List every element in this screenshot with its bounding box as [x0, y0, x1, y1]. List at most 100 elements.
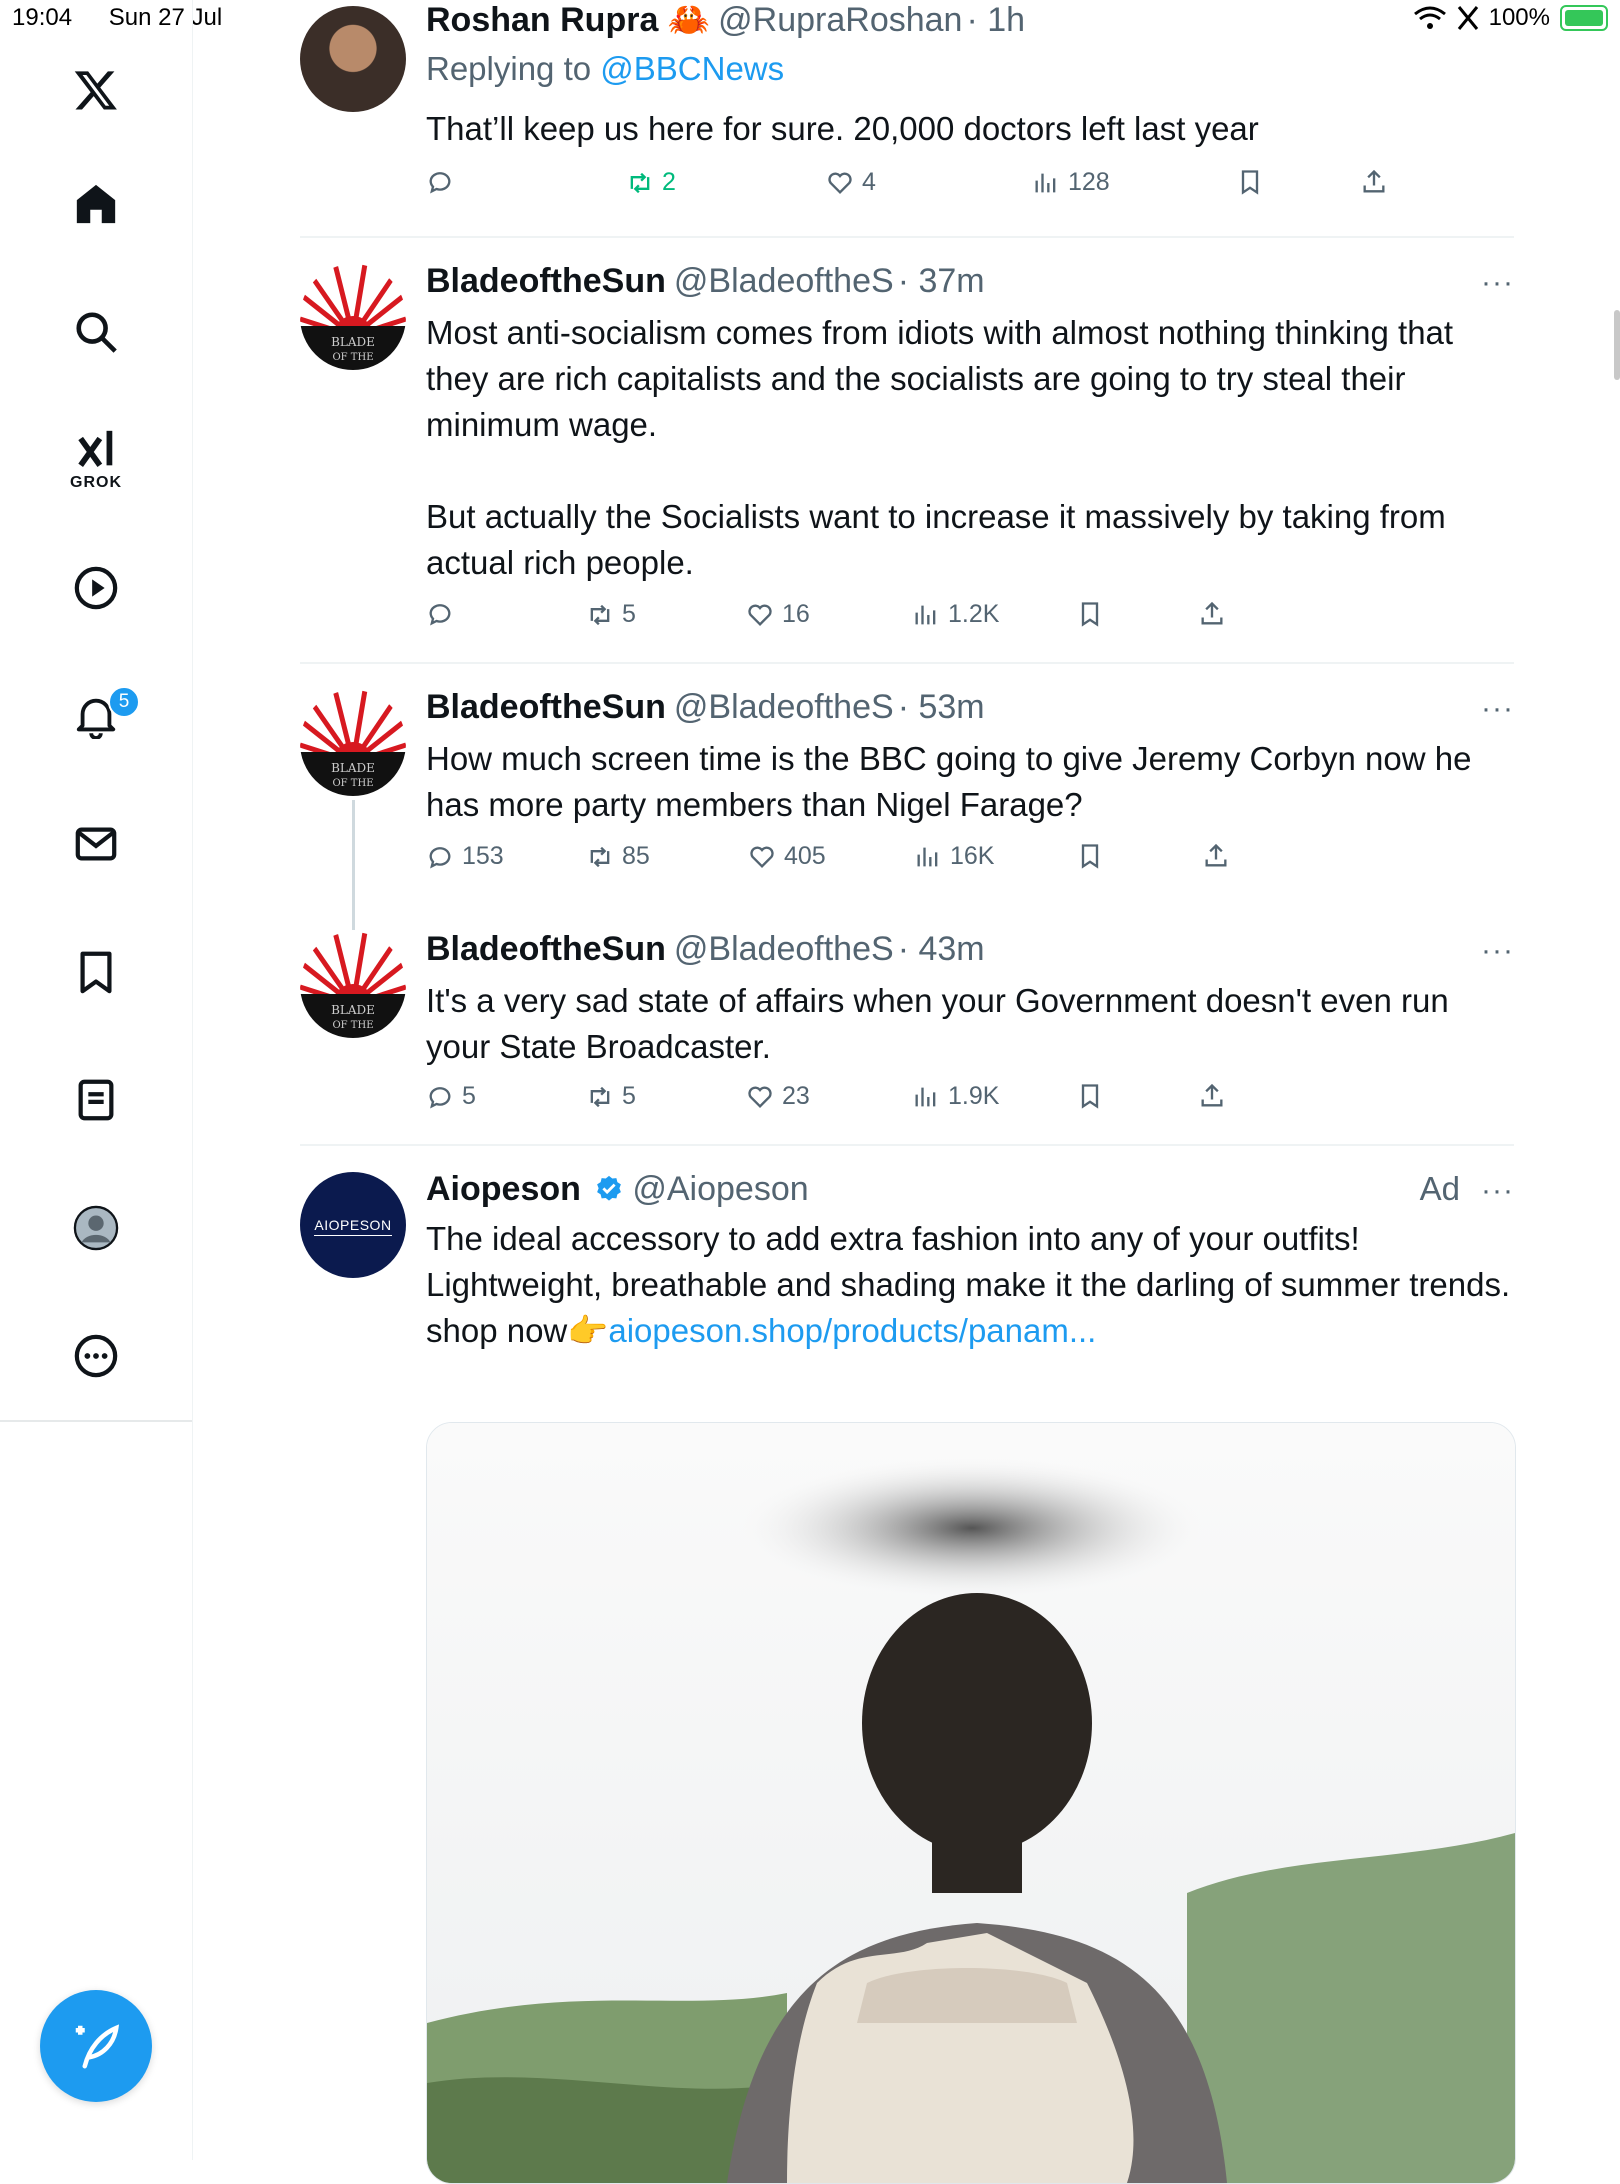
avatar[interactable]: BLADE OF THE [300, 932, 406, 1038]
like-button[interactable]: 405 [748, 842, 826, 871]
sidebar-divider [0, 1420, 192, 1422]
more-options-button[interactable]: ··· [1481, 692, 1514, 726]
tweet-divider [300, 236, 1514, 238]
author-handle[interactable]: @Aiopeson [632, 1170, 808, 1208]
retweet-icon [590, 1086, 610, 1107]
messages-mail-icon[interactable] [66, 814, 126, 874]
svg-text:OF THE: OF THE [332, 1020, 373, 1031]
tweet-paragraph: The ideal accessory to add extra fashion… [426, 1220, 1511, 1303]
bookmark-button[interactable] [1076, 1082, 1104, 1110]
bookmark-button[interactable] [1076, 842, 1104, 870]
bookmark-icon [1081, 1084, 1099, 1109]
reply-icon [429, 846, 451, 869]
x-status-icon [1457, 6, 1478, 30]
share-button[interactable] [1198, 1082, 1226, 1110]
tweet-header: Roshan Rupra 🦀 @RupraRoshan · 1h [426, 0, 1025, 40]
avatar[interactable]: AIOPESON [300, 1172, 406, 1278]
tweet-header: BladeoftheSun @BladeoftheS · 43m [426, 930, 985, 969]
ad-video-thumbnail[interactable] [426, 1422, 1516, 2184]
x-logo-icon[interactable] [66, 60, 126, 120]
bookmarks-icon[interactable] [66, 942, 126, 1002]
retweet-button[interactable]: 2 [626, 168, 676, 197]
avatar[interactable]: BLADE OF THE [300, 264, 406, 370]
battery-icon [1560, 5, 1608, 31]
tweet-time[interactable]: · 53m [898, 688, 985, 726]
like-button[interactable]: 16 [746, 600, 810, 629]
author-name[interactable]: BladeoftheSun [426, 262, 666, 300]
grok-icon[interactable] [66, 420, 126, 480]
svg-text:BLADE: BLADE [331, 1003, 375, 1017]
author-name[interactable]: Aiopeson [426, 1170, 581, 1208]
heart-icon [748, 604, 772, 626]
shop-link[interactable]: aiopeson.shop/products/panam... [608, 1312, 1096, 1349]
tweet-time[interactable]: · 37m [898, 262, 985, 300]
reply-button[interactable]: 5 [426, 1082, 476, 1111]
tweet-header: BladeoftheSun @BladeoftheS · 53m [426, 688, 985, 727]
views-button[interactable]: 1.2K [912, 600, 999, 629]
retweet-icon [590, 846, 610, 867]
share-button[interactable] [1360, 168, 1388, 196]
author-name[interactable]: BladeoftheSun [426, 688, 666, 726]
tweet-divider [300, 1144, 1514, 1146]
retweet-icon [590, 604, 610, 625]
reply-button[interactable]: 153 [426, 842, 504, 871]
author-name[interactable]: Roshan Rupra 🦀 [426, 1, 710, 39]
heart-icon [828, 172, 852, 194]
reply-icon [429, 1086, 451, 1109]
tweet-paragraph: Most anti-socialism comes from idiots wi… [426, 314, 1454, 443]
tweet-header: BladeoftheSun @BladeoftheS · 37m [426, 262, 985, 301]
more-options-icon[interactable] [66, 1326, 126, 1386]
author-name[interactable]: BladeoftheSun [426, 930, 666, 968]
like-button[interactable]: 23 [746, 1082, 810, 1111]
reply-button[interactable] [426, 168, 462, 196]
profile-avatar-icon[interactable] [66, 1198, 126, 1258]
avatar[interactable] [300, 6, 406, 112]
scrollbar[interactable] [1614, 310, 1620, 380]
status-bar-right: 100% [1413, 4, 1608, 32]
avatar-brand-text: AIOPESON [314, 1215, 392, 1236]
more-options-button[interactable]: ··· [1481, 934, 1514, 968]
reply-icon [429, 172, 451, 194]
tweet-time[interactable]: · 43m [898, 930, 985, 968]
author-handle[interactable]: @BladeoftheS [674, 262, 894, 300]
author-handle[interactable]: @BladeoftheS [674, 688, 894, 726]
retweet-button[interactable]: 85 [586, 842, 650, 871]
battery-percent: 100% [1488, 4, 1550, 31]
compose-post-button[interactable] [40, 1990, 152, 2102]
author-handle[interactable]: @BladeoftheS [674, 930, 894, 968]
retweet-button[interactable]: 5 [586, 1082, 636, 1111]
search-icon[interactable] [66, 302, 126, 362]
bookmark-icon [1081, 844, 1099, 869]
avatar[interactable]: BLADE OF THE [300, 690, 406, 796]
tweet-header: Aiopeson @Aiopeson [426, 1170, 809, 1209]
lists-icon[interactable] [66, 1070, 126, 1130]
share-button[interactable] [1198, 600, 1226, 628]
svg-text:BLADE: BLADE [331, 335, 375, 349]
compose-feather-icon [75, 2024, 120, 2069]
tweet-text: The ideal accessory to add extra fashion… [426, 1216, 1516, 1354]
notifications-badge: 5 [108, 686, 140, 718]
bookmark-button[interactable] [1076, 600, 1104, 628]
sidebar: GROK 5 [0, 0, 193, 2160]
tweet-time[interactable]: · 1h [966, 1, 1025, 39]
views-button[interactable]: 16K [914, 842, 994, 871]
bookmark-icon [1081, 602, 1099, 627]
views-bar-chart-icon [915, 605, 936, 624]
video-icon[interactable] [66, 558, 126, 618]
retweet-button[interactable]: 5 [586, 600, 636, 629]
author-handle[interactable]: @RupraRoshan [718, 1, 962, 39]
views-button[interactable]: 1.9K [912, 1082, 999, 1111]
more-options-button[interactable]: ··· [1481, 1174, 1514, 1208]
bookmark-button[interactable] [1236, 168, 1264, 196]
views-button[interactable]: 128 [1032, 168, 1110, 197]
retweet-icon [630, 172, 650, 193]
like-button[interactable]: 4 [826, 168, 876, 197]
more-options-button[interactable]: ··· [1481, 266, 1514, 300]
replying-to-link[interactable]: @BBCNews [600, 50, 784, 87]
tweet-text: How much screen time is the BBC going to… [426, 740, 1472, 823]
grok-label: GROK [70, 474, 122, 491]
share-icon [1201, 601, 1223, 625]
share-button[interactable] [1202, 842, 1230, 870]
reply-button[interactable] [426, 600, 462, 628]
home-icon[interactable] [66, 174, 126, 234]
